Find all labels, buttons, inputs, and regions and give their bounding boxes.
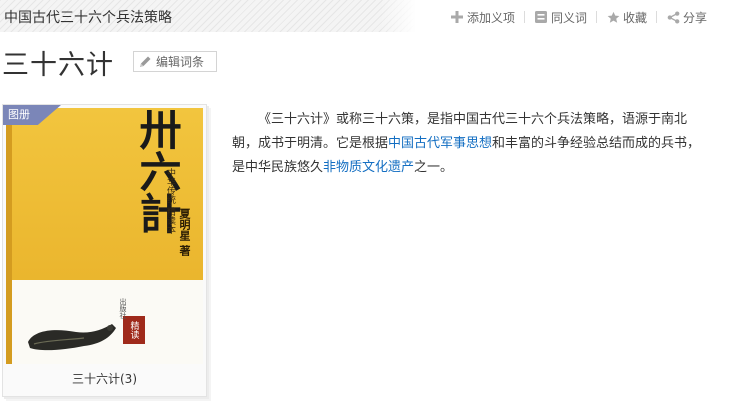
- add-meaning-button[interactable]: 添加义项: [450, 9, 515, 26]
- share-icon: [666, 10, 680, 24]
- link-intangible-heritage[interactable]: 非物质文化遗产: [323, 160, 414, 175]
- summary-text-3: 之一。: [414, 160, 454, 175]
- edit-entry-label: 编辑词条: [156, 55, 205, 69]
- share-button[interactable]: 分享: [666, 9, 707, 26]
- breadcrumb-fade: [380, 0, 416, 32]
- favorite-button[interactable]: 收藏: [606, 9, 647, 26]
- cover-seal: 精读: [123, 316, 145, 344]
- favorite-label: 收藏: [623, 10, 648, 25]
- cover-spine-band: [6, 108, 12, 364]
- book-cover-image: 卅六計 中华传统·精读本 夏明星 著 精读 出版社: [6, 108, 203, 364]
- divider: [596, 11, 598, 23]
- synonym-label: 同义词: [551, 10, 588, 25]
- synonym-button[interactable]: 同义词: [534, 9, 587, 26]
- toolbar-actions: 添加义项 同义词 收藏 分享: [450, 8, 707, 26]
- summary: 《三十六计》或称三十六策，是指中国古代三十六个兵法策略，语源于南北朝，成书于明清…: [232, 108, 710, 180]
- divider: [656, 11, 658, 23]
- album-caption[interactable]: 三十六计(3): [3, 370, 206, 387]
- breadcrumb-title: 中国古代三十六个兵法策略: [4, 10, 172, 26]
- add-meaning-label: 添加义项: [467, 10, 516, 25]
- share-label: 分享: [683, 10, 708, 25]
- link-military-thought[interactable]: 中国古代军事思想: [388, 136, 492, 151]
- cover-publisher: 出版社: [119, 298, 127, 319]
- edit-entry-button[interactable]: 编辑词条: [133, 51, 217, 72]
- synonym-icon: [534, 10, 548, 24]
- breadcrumb: 中国古代三十六个兵法策略: [0, 0, 415, 32]
- cover-author: 夏明星 著: [178, 208, 191, 256]
- pencil-icon: [138, 55, 152, 69]
- album-card[interactable]: 卅六計 中华传统·精读本 夏明星 著 精读 出版社 图册 三十六计(3): [2, 104, 207, 397]
- bronze-artifact-image: [28, 324, 116, 351]
- page-title: 三十六计: [2, 50, 114, 81]
- star-icon: [606, 10, 620, 24]
- plus-icon: [450, 10, 464, 24]
- divider: [524, 11, 526, 23]
- summary-paragraph: 《三十六计》或称三十六策，是指中国古代三十六个兵法策略，语源于南北朝，成书于明清…: [232, 108, 710, 180]
- top-bar: 中国古代三十六个兵法策略 添加义项 同义词 收藏 分享: [0, 0, 733, 32]
